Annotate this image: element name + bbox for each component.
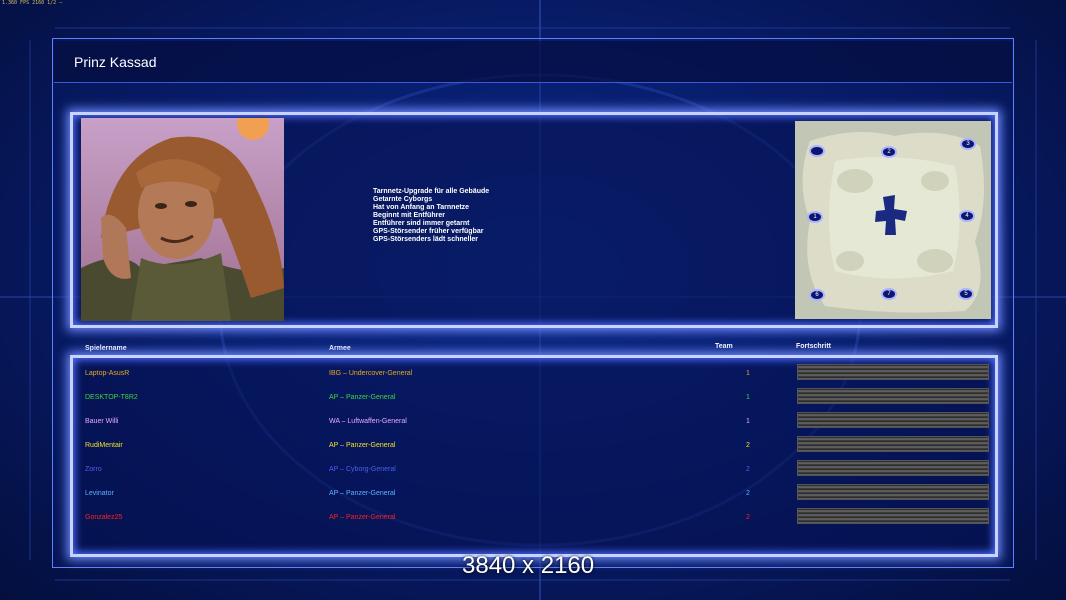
map-preview: 2 3 1 4 6 7 5 xyxy=(795,121,991,319)
player-army: AP – Panzer-General xyxy=(329,514,396,521)
player-army: IBG – Undercover-General xyxy=(329,370,413,377)
column-header-player: Spielername xyxy=(85,345,127,352)
column-header-team: Team xyxy=(715,343,733,350)
progress-bar xyxy=(797,460,989,476)
progress-bar xyxy=(797,412,989,428)
player-row: Zorro AP – Cyborg-General 2 xyxy=(85,458,995,478)
player-team: 2 xyxy=(746,490,750,497)
player-team: 2 xyxy=(746,514,750,521)
description-line: GPS-Störsenders lädt schneller xyxy=(373,236,479,243)
player-army: AP – Panzer-General xyxy=(329,442,396,449)
header-bar xyxy=(54,41,1012,83)
player-team: 1 xyxy=(746,418,750,425)
general-description: Tarnnetz-Upgrade für alle Gebäude Getarn… xyxy=(373,188,489,244)
description-line: Tarnnetz-Upgrade für alle Gebäude xyxy=(373,188,490,195)
description-line: Hat von Anfang an Tarnnetze xyxy=(373,204,470,211)
player-row: RudiMentair AP – Panzer-General 2 xyxy=(85,434,995,454)
player-army: AP – Cyborg-General xyxy=(329,466,396,473)
player-row: Bauer Willi WA – Luftwaffen-General 1 xyxy=(85,410,995,430)
player-army: AP – Panzer-General xyxy=(329,394,396,401)
player-row: DESKTOP-T8R2 AP – Panzer-General 1 xyxy=(85,386,995,406)
player-name: Gonzalez25 xyxy=(85,514,123,521)
player-name: RudiMentair xyxy=(85,442,123,449)
description-line: Getarnte Cyborgs xyxy=(373,196,433,203)
description-line: Beginnt mit Entführer xyxy=(373,212,445,219)
start-position-marker[interactable]: 1 xyxy=(807,211,823,223)
start-position-marker[interactable]: 5 xyxy=(958,288,974,300)
player-army: WA – Luftwaffen-General xyxy=(329,418,407,425)
progress-bar xyxy=(797,388,989,404)
description-line: GPS-Störsender früher verfügbar xyxy=(373,228,484,235)
description-line: Entführer sind immer getarnt xyxy=(373,220,470,227)
start-position-marker[interactable]: 3 xyxy=(960,138,976,150)
progress-bar xyxy=(797,508,989,524)
player-name: Zorro xyxy=(85,466,102,473)
column-header-progress: Fortschritt xyxy=(796,343,831,350)
start-position-marker[interactable]: 2 xyxy=(881,146,897,158)
general-portrait xyxy=(81,118,284,321)
column-header-army: Armee xyxy=(329,345,351,352)
progress-bar xyxy=(797,484,989,500)
progress-bar xyxy=(797,436,989,452)
player-team: 2 xyxy=(746,466,750,473)
start-position-marker xyxy=(809,145,825,157)
fps-counter: 1.360 FPS 2160 1/2 — xyxy=(2,0,63,6)
player-row: Gonzalez25 AP – Panzer-General 2 xyxy=(85,506,995,526)
general-name-title: Prinz Kassad xyxy=(74,54,157,70)
player-team: 2 xyxy=(746,442,750,449)
player-team: 1 xyxy=(746,370,750,377)
player-row: Laptop-AsusR IBG – Undercover-General 1 xyxy=(85,362,995,382)
resolution-overlay: 3840 x 2160 xyxy=(462,552,595,579)
player-name: Laptop-AsusR xyxy=(85,370,130,377)
start-position-marker[interactable]: 4 xyxy=(959,210,975,222)
player-row: Levinator AP – Panzer-General 2 xyxy=(85,482,995,502)
player-name: Bauer Willi xyxy=(85,418,119,425)
player-army: AP – Panzer-General xyxy=(329,490,396,497)
player-team: 1 xyxy=(746,394,750,401)
start-position-marker[interactable]: 6 xyxy=(809,289,825,301)
start-position-marker[interactable]: 7 xyxy=(881,288,897,300)
player-name: DESKTOP-T8R2 xyxy=(85,394,138,401)
progress-bar xyxy=(797,364,989,380)
player-name: Levinator xyxy=(85,490,114,497)
